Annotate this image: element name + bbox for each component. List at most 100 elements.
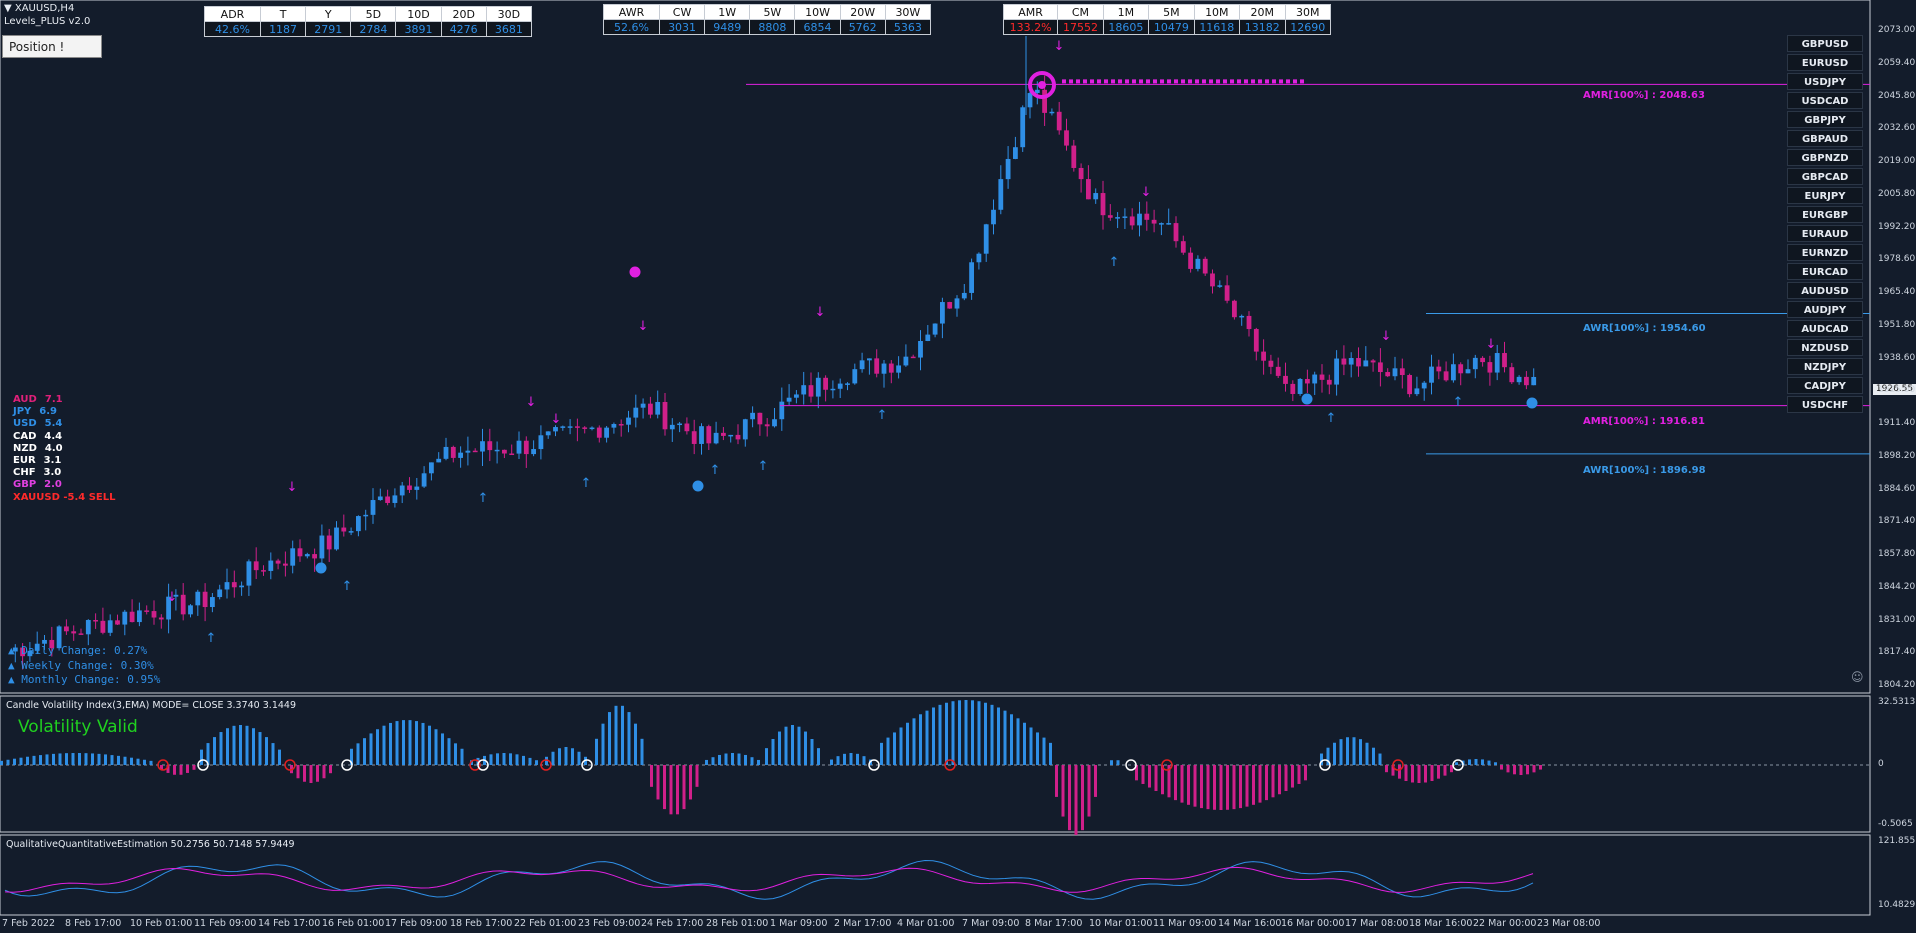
candle-body — [1363, 360, 1369, 367]
pair-button-usdchf[interactable]: USDCHF — [1787, 396, 1863, 413]
daily-change: ▲ Daily Change: 0.27% — [8, 644, 148, 657]
cvi-bar — [1193, 765, 1197, 807]
candle-body — [1356, 358, 1361, 367]
adr-stats-table: ADR T Y 5D 10D 20D 30D 42.6% 1187 2791 2784 3891 427… — [204, 6, 533, 37]
candle-body — [1451, 364, 1456, 381]
cvi-bar — [849, 753, 853, 765]
cvi-bar — [1087, 765, 1091, 817]
pair-button-eurnzd[interactable]: EURNZD — [1787, 244, 1863, 261]
candle-body — [983, 224, 989, 254]
cvi-bar — [945, 702, 948, 765]
pair-button-eurjpy[interactable]: EURJPY — [1787, 187, 1863, 204]
stats-value-cell: 2784 — [350, 21, 397, 37]
pair-button-gbpaud[interactable]: GBPAUD — [1787, 130, 1863, 147]
mt4-chart-window[interactable]: ↓ ↓ ↓ ↓ ↓ ↓ ↓ ↓ ↓ ↓ ↑ ↑ ↑ ↑ ↑ ↑ ↑ ↑ ↑ ↑ ▼ XAUUSD,H4 Levels_… — [0, 0, 1916, 933]
top-dot — [1293, 79, 1297, 84]
strength-currency: NZD — [13, 442, 37, 454]
qqe-axis-bottom: 10.4829 — [1878, 900, 1916, 910]
pair-button-audcad[interactable]: AUDCAD — [1787, 320, 1863, 337]
price-tick-label: 2073.00 — [1878, 25, 1916, 35]
cvi-bar — [1539, 765, 1542, 770]
candle-body — [881, 363, 887, 374]
pair-button-nzdjpy[interactable]: NZDJPY — [1787, 358, 1863, 375]
time-tick-label: 11 Feb 09:00 — [194, 918, 257, 929]
candle-body — [1166, 223, 1172, 225]
candle-body — [1465, 369, 1471, 374]
price-tick-label: 1884.60 — [1878, 483, 1916, 494]
cvi-bar — [369, 733, 373, 765]
pair-button-cadjpy[interactable]: CADJPY — [1787, 377, 1863, 394]
cvi-bar — [558, 748, 561, 765]
candle-body — [290, 548, 296, 566]
cvi-bar — [58, 753, 62, 765]
candle-body — [1013, 147, 1018, 159]
stats-header-cell: 20M — [1239, 4, 1286, 20]
cvi-bar — [91, 753, 94, 765]
top-dot — [1216, 79, 1220, 84]
candle-body — [801, 385, 807, 395]
candle-body — [137, 610, 142, 623]
candle-body — [1195, 258, 1201, 269]
candle-body — [721, 432, 726, 436]
pair-button-eurgbp[interactable]: EURGBP — [1787, 206, 1863, 223]
pair-button-gbpnzd[interactable]: GBPNZD — [1787, 149, 1863, 166]
pair-button-euraud[interactable]: EURAUD — [1787, 225, 1863, 242]
cvi-bar — [1219, 765, 1223, 810]
cvi-bar — [402, 720, 405, 765]
candle-body — [1232, 300, 1237, 318]
cvi-bar — [515, 754, 519, 765]
candle-body — [640, 403, 646, 408]
pair-button-audusd[interactable]: AUDUSD — [1787, 282, 1863, 299]
stats-header-cell: 5W — [749, 4, 796, 20]
stats-header-cell: ADR — [204, 6, 261, 22]
candle-body — [545, 431, 551, 436]
candle-body — [772, 419, 777, 427]
cvi-bar — [778, 731, 781, 765]
pair-button-nzdusd[interactable]: NZDUSD — [1787, 339, 1863, 356]
sell-arrow-icon: ↓ — [815, 305, 826, 320]
pair-button-eurusd[interactable]: EURUSD — [1787, 54, 1863, 71]
cvi-bar — [1372, 747, 1375, 765]
amr-low-label: AMR[100%] : 1916.81 — [1583, 416, 1705, 427]
pair-button-usdjpy[interactable]: USDJPY — [1787, 73, 1863, 90]
stats-value-cell: 3681 — [485, 21, 533, 37]
position-button[interactable]: Position ! — [2, 35, 102, 58]
cvi-bar — [1110, 760, 1113, 765]
time-tick-label: 11 Mar 09:00 — [1153, 918, 1217, 929]
pair-button-audjpy[interactable]: AUDJPY — [1787, 301, 1863, 318]
cvi-bar — [496, 753, 499, 765]
cvi-bar — [1245, 765, 1249, 807]
pair-button-gbpusd[interactable]: GBPUSD — [1787, 35, 1863, 52]
awr-low-label: AWR[100%] : 1896.98 — [1583, 465, 1706, 476]
pair-button-eurcad[interactable]: EURCAD — [1787, 263, 1863, 280]
cvi-bar — [1430, 765, 1434, 781]
cvi-bar — [356, 743, 360, 765]
cvi-bar — [509, 753, 512, 765]
candle-body — [903, 356, 909, 366]
cvi-bar — [1297, 765, 1301, 784]
cvi-bar — [408, 720, 412, 765]
candle-body — [1531, 376, 1537, 386]
candle-body — [1429, 366, 1434, 383]
candle-body — [582, 427, 588, 429]
time-tick-label: 2 Mar 17:00 — [834, 918, 892, 929]
candle-body — [1312, 374, 1318, 384]
cvi-bar — [1378, 753, 1382, 765]
stats-header-cell: 20D — [440, 6, 487, 22]
candle-body — [567, 426, 573, 428]
pair-button-gbpcad[interactable]: GBPCAD — [1787, 168, 1863, 185]
cvi-bar — [219, 732, 223, 765]
cvi-bar — [810, 739, 814, 765]
pair-button-gbpjpy[interactable]: GBPJPY — [1787, 111, 1863, 128]
cvi-bar — [0, 760, 3, 765]
cvi-bar — [1278, 765, 1281, 795]
cvi-bar — [1474, 759, 1478, 765]
price-tick-label: 2045.80 — [1878, 90, 1916, 101]
pair-button-usdcad[interactable]: USDCAD — [1787, 92, 1863, 109]
buy-arrow-icon: ↑ — [206, 631, 217, 646]
cvi-bar — [1036, 732, 1039, 765]
cvi-bar — [1284, 765, 1288, 791]
cvi-bar — [765, 748, 768, 765]
candle-body — [1414, 388, 1420, 395]
candle-body — [991, 209, 996, 225]
